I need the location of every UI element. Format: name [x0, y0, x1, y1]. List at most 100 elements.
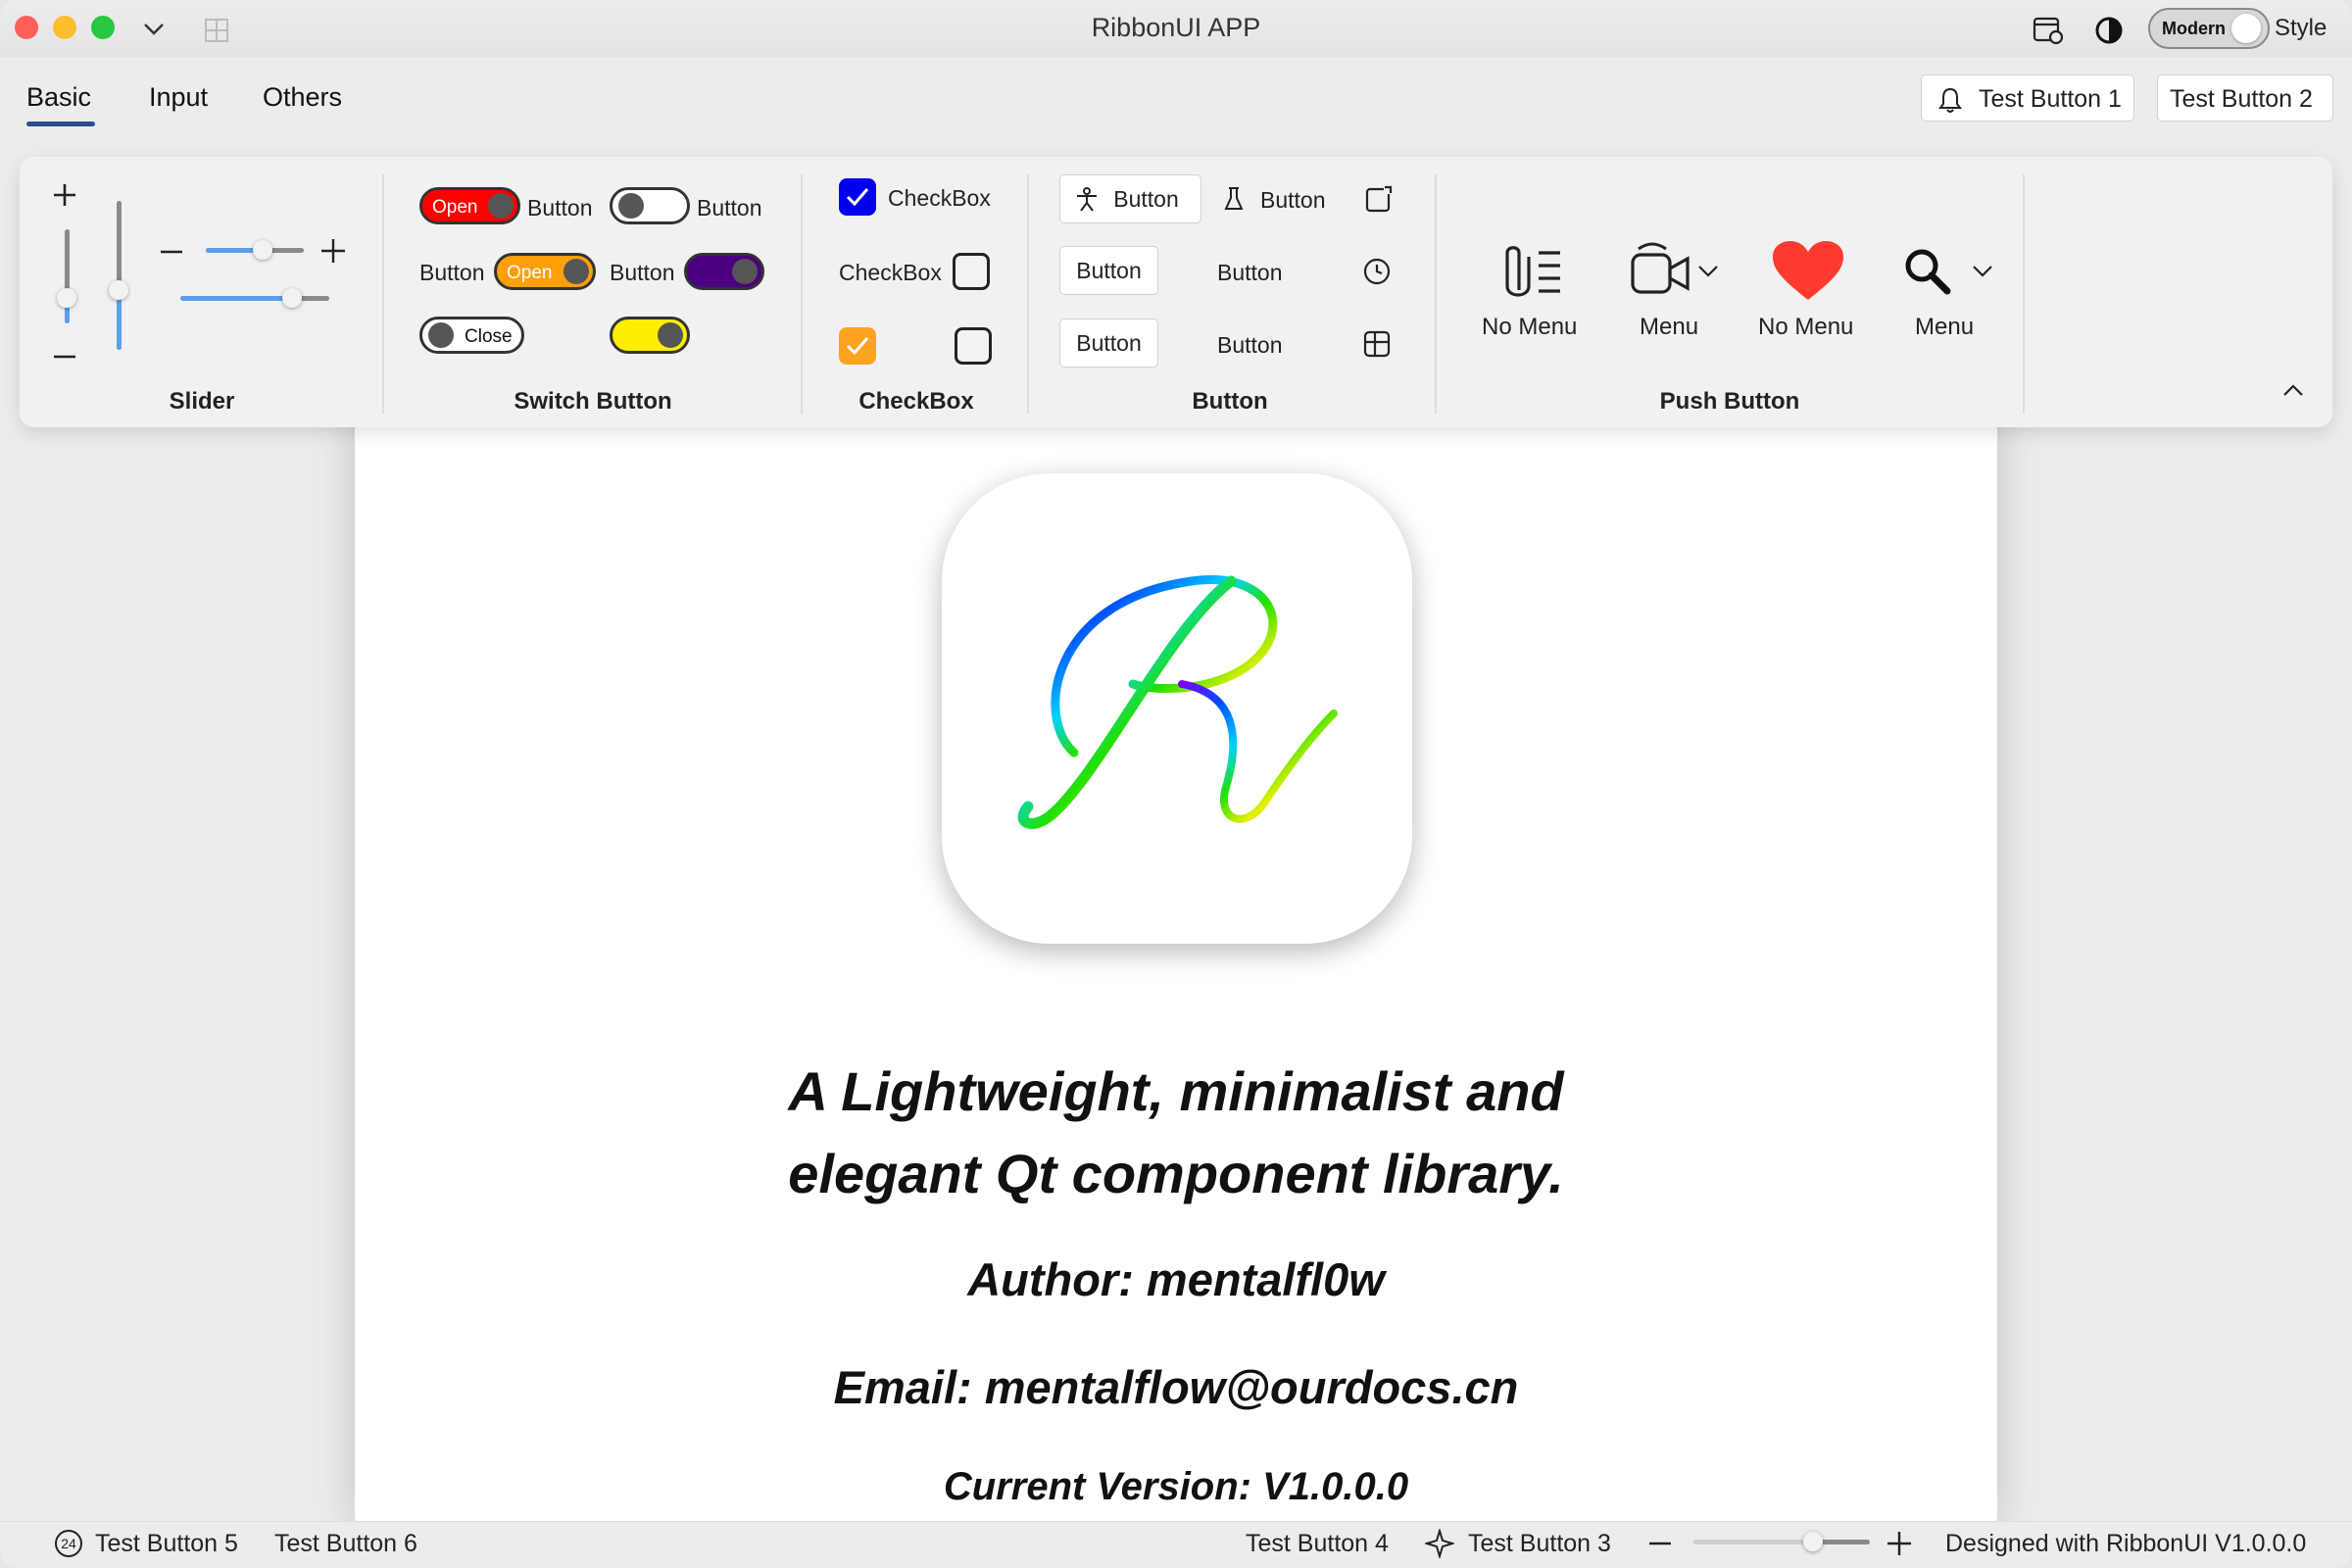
tab-others[interactable]: Others	[263, 82, 342, 113]
switch-knob	[732, 259, 758, 284]
style-toggle-knob	[2231, 14, 2261, 43]
minus-icon[interactable]	[159, 239, 184, 265]
checkbox-unchecked[interactable]	[953, 253, 990, 290]
email-text: Email: mentalflow@ourdocs.cn	[833, 1361, 1519, 1413]
switch-knob	[488, 193, 514, 219]
style-toggle-label: Modern	[2162, 19, 2226, 38]
group-title-slider: Slider	[169, 388, 235, 415]
group-separator	[2023, 174, 2025, 414]
push-button-label: Menu	[1915, 314, 1975, 340]
dark-mode-icon[interactable]	[2093, 15, 2125, 46]
zoom-out-icon[interactable]	[1647, 1533, 1673, 1554]
table-layout-icon[interactable]	[1362, 329, 1392, 359]
status-test-button-4[interactable]: Test Button 4	[1246, 1530, 1389, 1558]
checkbox-orange-checked[interactable]	[839, 327, 876, 365]
plus-icon[interactable]	[319, 237, 347, 265]
switch-open-orange[interactable]: Open	[494, 253, 596, 290]
group-title-checkbox: CheckBox	[858, 388, 974, 415]
status-test-button-5[interactable]: Test Button 5	[95, 1530, 238, 1558]
button-flat-label[interactable]: Button	[1217, 332, 1283, 359]
test-button-2-label: Test Button 2	[2170, 85, 2313, 113]
chevron-down-icon	[1698, 266, 1718, 277]
switch-button-label: Button	[697, 195, 762, 220]
test-button-1[interactable]: Test Button 1	[1921, 74, 2134, 122]
button-label: Button	[1076, 258, 1142, 283]
button-bordered[interactable]: Button	[1059, 318, 1158, 368]
zoom-slider-thumb[interactable]	[1803, 1532, 1823, 1551]
vertical-slider-1-thumb[interactable]	[57, 288, 76, 308]
group-separator	[1435, 174, 1437, 414]
zoom-in-icon[interactable]	[1886, 1530, 1913, 1557]
window-title: RibbonUI APP	[1091, 13, 1261, 42]
vertical-slider-2-thumb[interactable]	[109, 280, 128, 300]
switch-off-white[interactable]	[610, 187, 690, 224]
group-title-switch-button: Switch Button	[514, 388, 672, 415]
bell-icon	[1938, 87, 1962, 113]
slogan-line-2: elegant Qt component library.	[788, 1143, 1564, 1204]
open-window-icon[interactable]	[1364, 184, 1394, 214]
video-camera-icon	[1631, 242, 1690, 294]
switch-knob	[618, 193, 644, 219]
test-button-2[interactable]: Test Button 2	[2157, 74, 2333, 122]
checkbox-label: CheckBox	[839, 260, 942, 285]
attachment-list-icon	[1505, 246, 1560, 297]
version-text: Current Version: V1.0.0.0	[943, 1465, 1409, 1508]
button-bordered[interactable]: Button	[1059, 246, 1158, 295]
switch-close[interactable]: Close	[419, 317, 524, 354]
switch-knob	[658, 322, 683, 348]
window-settings-icon[interactable]	[2033, 16, 2064, 45]
rainbow-r-logo	[1017, 575, 1338, 829]
accessibility-icon	[1077, 187, 1097, 212]
plus-icon[interactable]	[51, 181, 78, 209]
button-label: Button	[1076, 330, 1142, 356]
horizontal-slider-2-fill	[180, 296, 290, 301]
active-tab-indicator	[26, 122, 95, 126]
title-bar: RibbonUI APP Modern Style	[0, 0, 2352, 57]
switch-open-red[interactable]: Open	[419, 187, 520, 224]
tab-basic[interactable]: Basic	[26, 82, 91, 113]
checkbox-label: CheckBox	[888, 185, 991, 211]
clock-icon[interactable]	[1362, 257, 1392, 286]
collapse-ribbon-icon[interactable]	[2281, 382, 2305, 398]
push-button-attachment[interactable]: No Menu	[1470, 235, 1597, 343]
checkbox-blue-checked[interactable]	[839, 178, 876, 216]
designed-with-text: Designed with RibbonUI V1.0.0.0	[1945, 1530, 2307, 1557]
switch-button-label: Button	[610, 260, 675, 285]
switch-close-label: Close	[465, 326, 513, 347]
push-button-heart[interactable]: No Menu	[1744, 235, 1872, 343]
tab-input[interactable]: Input	[149, 82, 208, 113]
switch-on-yellow[interactable]	[610, 317, 690, 354]
horizontal-slider-1-thumb[interactable]	[253, 240, 272, 260]
button-label: Button	[1113, 186, 1179, 212]
flask-icon	[1224, 187, 1244, 210]
group-separator	[1027, 174, 1029, 414]
checkbox-unchecked[interactable]	[955, 327, 992, 365]
group-title-button: Button	[1192, 388, 1268, 415]
status-test-button-6[interactable]: Test Button 6	[274, 1530, 417, 1558]
switch-on-purple[interactable]	[684, 253, 764, 290]
slogan-line-1: A Lightweight, minimalist and	[788, 1060, 1564, 1122]
heart-icon	[1773, 241, 1843, 300]
push-button-label: No Menu	[1758, 314, 1854, 340]
author-text: Author: mentalfl0w	[967, 1253, 1385, 1305]
switch-open-label: Open	[432, 197, 478, 218]
push-button-label: No Menu	[1482, 314, 1578, 340]
button-label: Button	[1260, 187, 1326, 213]
button-with-icon-bordered[interactable]: Button	[1059, 174, 1201, 223]
switch-button-label: Button	[419, 260, 485, 285]
horizontal-slider-2-thumb[interactable]	[282, 288, 302, 308]
push-button-video-menu[interactable]: Menu	[1617, 235, 1744, 343]
group-title-push-button: Push Button	[1659, 388, 1800, 415]
button-flat-label[interactable]: Button	[1217, 260, 1283, 286]
group-separator	[801, 174, 803, 414]
test-button-1-label: Test Button 1	[1979, 85, 2122, 113]
switch-knob	[428, 322, 454, 348]
push-button-search-menu[interactable]: Menu	[1882, 235, 2009, 343]
button-with-icon-flat[interactable]: Button	[1219, 174, 1337, 223]
chevron-down-icon	[1973, 266, 1992, 277]
style-toggle[interactable]: Modern	[2148, 8, 2270, 49]
switch-knob	[564, 259, 589, 284]
minus-icon[interactable]	[51, 343, 78, 370]
calendar-badge-icon[interactable]: 24	[55, 1530, 82, 1557]
status-test-button-3[interactable]: Test Button 3	[1468, 1530, 1611, 1558]
